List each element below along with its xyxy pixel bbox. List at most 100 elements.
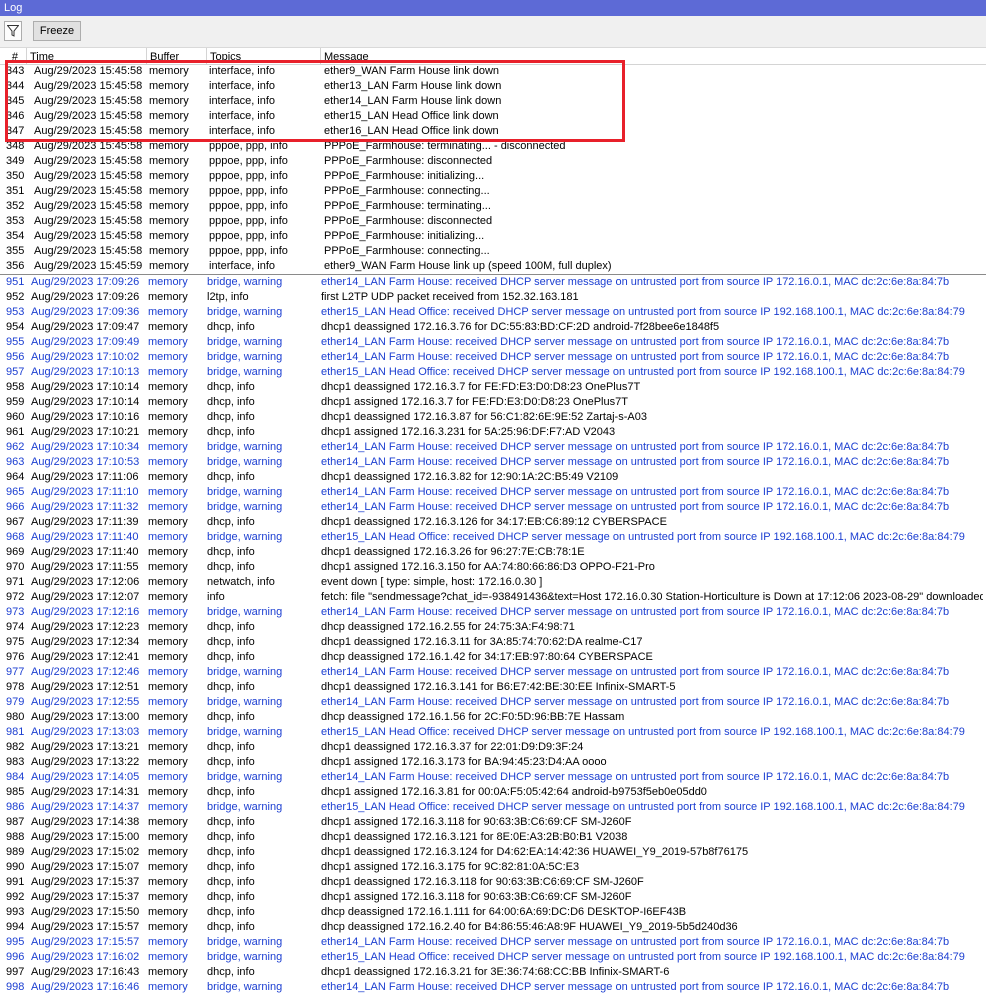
table-row[interactable]: 983 Aug/29/2023 17:13:22 memory dhcp, info d… <box>0 755 986 770</box>
table-row[interactable]: 968 Aug/29/2023 17:11:40 memory bridge, war… <box>0 530 986 545</box>
table-row[interactable]: 981 Aug/29/2023 17:13:03 memory bridge, war… <box>0 725 986 740</box>
table-row[interactable]: 351 Aug/29/2023 15:45:58 memory pppoe, ppp,… <box>0 184 986 199</box>
row-buffer: memory <box>148 846 188 858</box>
row-number: 973 <box>6 606 25 618</box>
table-row[interactable]: 961 Aug/29/2023 17:10:21 memory dhcp, info d… <box>0 425 986 440</box>
row-message: ether14_LAN Farm House: received DHCP se… <box>321 981 950 993</box>
row-time: Aug/29/2023 17:12:23 <box>31 621 140 633</box>
table-row[interactable]: 951 Aug/29/2023 17:09:26 memory bridge, war… <box>0 275 986 290</box>
window-titlebar: Log <box>0 0 986 16</box>
row-message: dhcp1 deassigned 172.16.3.87 for 56:C1:8… <box>321 411 647 423</box>
column-header-topics[interactable]: Topics <box>207 48 321 64</box>
row-message: ether15_LAN Head Office link down <box>324 110 499 122</box>
table-row[interactable]: 986 Aug/29/2023 17:14:37 memory bridge, war… <box>0 800 986 815</box>
table-row[interactable]: 966 Aug/29/2023 17:11:32 memory bridge, war… <box>0 500 986 515</box>
row-message: ether14_LAN Farm House: received DHCP se… <box>321 486 950 498</box>
row-topics: interface, info <box>209 125 276 137</box>
table-row[interactable]: 990 Aug/29/2023 17:15:07 memory dhcp, info d… <box>0 860 986 875</box>
table-row[interactable]: 959 Aug/29/2023 17:10:14 memory dhcp, info d… <box>0 395 986 410</box>
table-row[interactable]: 985 Aug/29/2023 17:14:31 memory dhcp, info d… <box>0 785 986 800</box>
table-row[interactable]: 967 Aug/29/2023 17:11:39 memory dhcp, info d… <box>0 515 986 530</box>
table-row[interactable]: 974 Aug/29/2023 17:12:23 memory dhcp, info d… <box>0 620 986 635</box>
table-row[interactable]: 353 Aug/29/2023 15:45:58 memory pppoe, ppp,… <box>0 214 986 229</box>
table-row[interactable]: 982 Aug/29/2023 17:13:21 memory dhcp, info d… <box>0 740 986 755</box>
table-row[interactable]: 993 Aug/29/2023 17:15:50 memory dhcp, info d… <box>0 905 986 920</box>
table-row[interactable]: 352 Aug/29/2023 15:45:58 memory pppoe, ppp,… <box>0 199 986 214</box>
table-row[interactable]: 987 Aug/29/2023 17:14:38 memory dhcp, info d… <box>0 815 986 830</box>
table-row[interactable]: 963 Aug/29/2023 17:10:53 memory bridge, war… <box>0 455 986 470</box>
row-number: 984 <box>6 771 25 783</box>
table-row[interactable]: 964 Aug/29/2023 17:11:06 memory dhcp, info d… <box>0 470 986 485</box>
table-row[interactable]: 972 Aug/29/2023 17:12:07 memory info fetch: … <box>0 590 986 605</box>
table-row[interactable]: 349 Aug/29/2023 15:45:58 memory pppoe, ppp,… <box>0 154 986 169</box>
table-row[interactable]: 954 Aug/29/2023 17:09:47 memory dhcp, info d… <box>0 320 986 335</box>
table-row[interactable]: 953 Aug/29/2023 17:09:36 memory bridge, war… <box>0 305 986 320</box>
row-number: 970 <box>6 561 25 573</box>
table-row[interactable]: 355 Aug/29/2023 15:45:58 memory pppoe, ppp,… <box>0 244 986 259</box>
row-buffer: memory <box>149 185 189 197</box>
freeze-button[interactable]: Freeze <box>33 21 81 41</box>
table-row[interactable]: 960 Aug/29/2023 17:10:16 memory dhcp, info d… <box>0 410 986 425</box>
table-row[interactable]: 346 Aug/29/2023 15:45:58 memory interface, … <box>0 109 986 124</box>
table-row[interactable]: 992 Aug/29/2023 17:15:37 memory dhcp, info d… <box>0 890 986 905</box>
filter-icon <box>7 25 19 37</box>
table-row[interactable]: 996 Aug/29/2023 17:16:02 memory bridge, war… <box>0 950 986 965</box>
row-topics: bridge, warning <box>207 696 283 708</box>
row-topics: dhcp, info <box>207 636 255 648</box>
row-time: Aug/29/2023 17:12:55 <box>31 696 140 708</box>
table-row[interactable]: 952 Aug/29/2023 17:09:26 memory l2tp, info f… <box>0 290 986 305</box>
filter-button[interactable] <box>4 21 22 41</box>
table-row[interactable]: 347 Aug/29/2023 15:45:58 memory interface, … <box>0 124 986 139</box>
table-row[interactable]: 995 Aug/29/2023 17:15:57 memory bridge, war… <box>0 935 986 950</box>
table-row[interactable]: 989 Aug/29/2023 17:15:02 memory dhcp, info d… <box>0 845 986 860</box>
table-row[interactable]: 988 Aug/29/2023 17:15:00 memory dhcp, info d… <box>0 830 986 845</box>
column-header-message[interactable]: Message <box>321 48 986 64</box>
table-row[interactable]: 975 Aug/29/2023 17:12:34 memory dhcp, info d… <box>0 635 986 650</box>
row-buffer: memory <box>148 696 188 708</box>
table-row[interactable]: 994 Aug/29/2023 17:15:57 memory dhcp, info d… <box>0 920 986 935</box>
table-row[interactable]: 955 Aug/29/2023 17:09:49 memory bridge, war… <box>0 335 986 350</box>
row-buffer: memory <box>148 381 188 393</box>
table-row[interactable]: 997 Aug/29/2023 17:16:43 memory dhcp, info d… <box>0 965 986 980</box>
table-row[interactable]: 977 Aug/29/2023 17:12:46 memory bridge, war… <box>0 665 986 680</box>
table-row[interactable]: 973 Aug/29/2023 17:12:16 memory bridge, war… <box>0 605 986 620</box>
row-message: ether15_LAN Head Office: received DHCP s… <box>321 306 965 318</box>
table-row[interactable]: 957 Aug/29/2023 17:10:13 memory bridge, war… <box>0 365 986 380</box>
table-row[interactable]: 345 Aug/29/2023 15:45:58 memory interface, … <box>0 94 986 109</box>
table-row[interactable]: 978 Aug/29/2023 17:12:51 memory dhcp, info d… <box>0 680 986 695</box>
table-row[interactable]: 998 Aug/29/2023 17:16:46 memory bridge, war… <box>0 980 986 995</box>
table-row[interactable]: 980 Aug/29/2023 17:13:00 memory dhcp, info d… <box>0 710 986 725</box>
row-time: Aug/29/2023 15:45:58 <box>34 200 143 212</box>
table-row[interactable]: 969 Aug/29/2023 17:11:40 memory dhcp, info d… <box>0 545 986 560</box>
column-header-buffer[interactable]: Buffer <box>147 48 207 64</box>
table-row[interactable]: 354 Aug/29/2023 15:45:58 memory pppoe, ppp,… <box>0 229 986 244</box>
row-time: Aug/29/2023 17:15:37 <box>31 891 140 903</box>
table-row[interactable]: 970 Aug/29/2023 17:11:55 memory dhcp, info d… <box>0 560 986 575</box>
row-time: Aug/29/2023 15:45:58 <box>34 230 143 242</box>
table-row[interactable]: 979 Aug/29/2023 17:12:55 memory bridge, war… <box>0 695 986 710</box>
column-header-number[interactable]: # <box>0 48 27 64</box>
table-row[interactable]: 356 Aug/29/2023 15:45:59 memory interface, … <box>0 259 986 275</box>
row-buffer: memory <box>148 561 188 573</box>
column-header-time[interactable]: Time <box>27 48 147 64</box>
row-number: 990 <box>6 861 25 873</box>
row-time: Aug/29/2023 15:45:59 <box>34 260 143 272</box>
table-row[interactable]: 350 Aug/29/2023 15:45:58 memory pppoe, ppp,… <box>0 169 986 184</box>
table-row[interactable]: 976 Aug/29/2023 17:12:41 memory dhcp, info d… <box>0 650 986 665</box>
table-row[interactable]: 343 Aug/29/2023 15:45:58 memory interface, … <box>0 64 986 79</box>
table-row[interactable]: 991 Aug/29/2023 17:15:37 memory dhcp, info d… <box>0 875 986 890</box>
table-row[interactable]: 348 Aug/29/2023 15:45:58 memory pppoe, ppp,… <box>0 139 986 154</box>
row-topics: bridge, warning <box>207 666 283 678</box>
row-topics: dhcp, info <box>207 426 255 438</box>
table-row[interactable]: 956 Aug/29/2023 17:10:02 memory bridge, war… <box>0 350 986 365</box>
table-row[interactable]: 962 Aug/29/2023 17:10:34 memory bridge, war… <box>0 440 986 455</box>
table-row[interactable]: 958 Aug/29/2023 17:10:14 memory dhcp, info d… <box>0 380 986 395</box>
table-row[interactable]: 344 Aug/29/2023 15:45:58 memory interface, … <box>0 79 986 94</box>
row-topics: dhcp, info <box>207 741 255 753</box>
row-topics: dhcp, info <box>207 681 255 693</box>
row-number: 967 <box>6 516 25 528</box>
table-row[interactable]: 971 Aug/29/2023 17:12:06 memory netwatch, i… <box>0 575 986 590</box>
table-row[interactable]: 984 Aug/29/2023 17:14:05 memory bridge, war… <box>0 770 986 785</box>
row-buffer: memory <box>148 426 188 438</box>
table-row[interactable]: 965 Aug/29/2023 17:11:10 memory bridge, war… <box>0 485 986 500</box>
